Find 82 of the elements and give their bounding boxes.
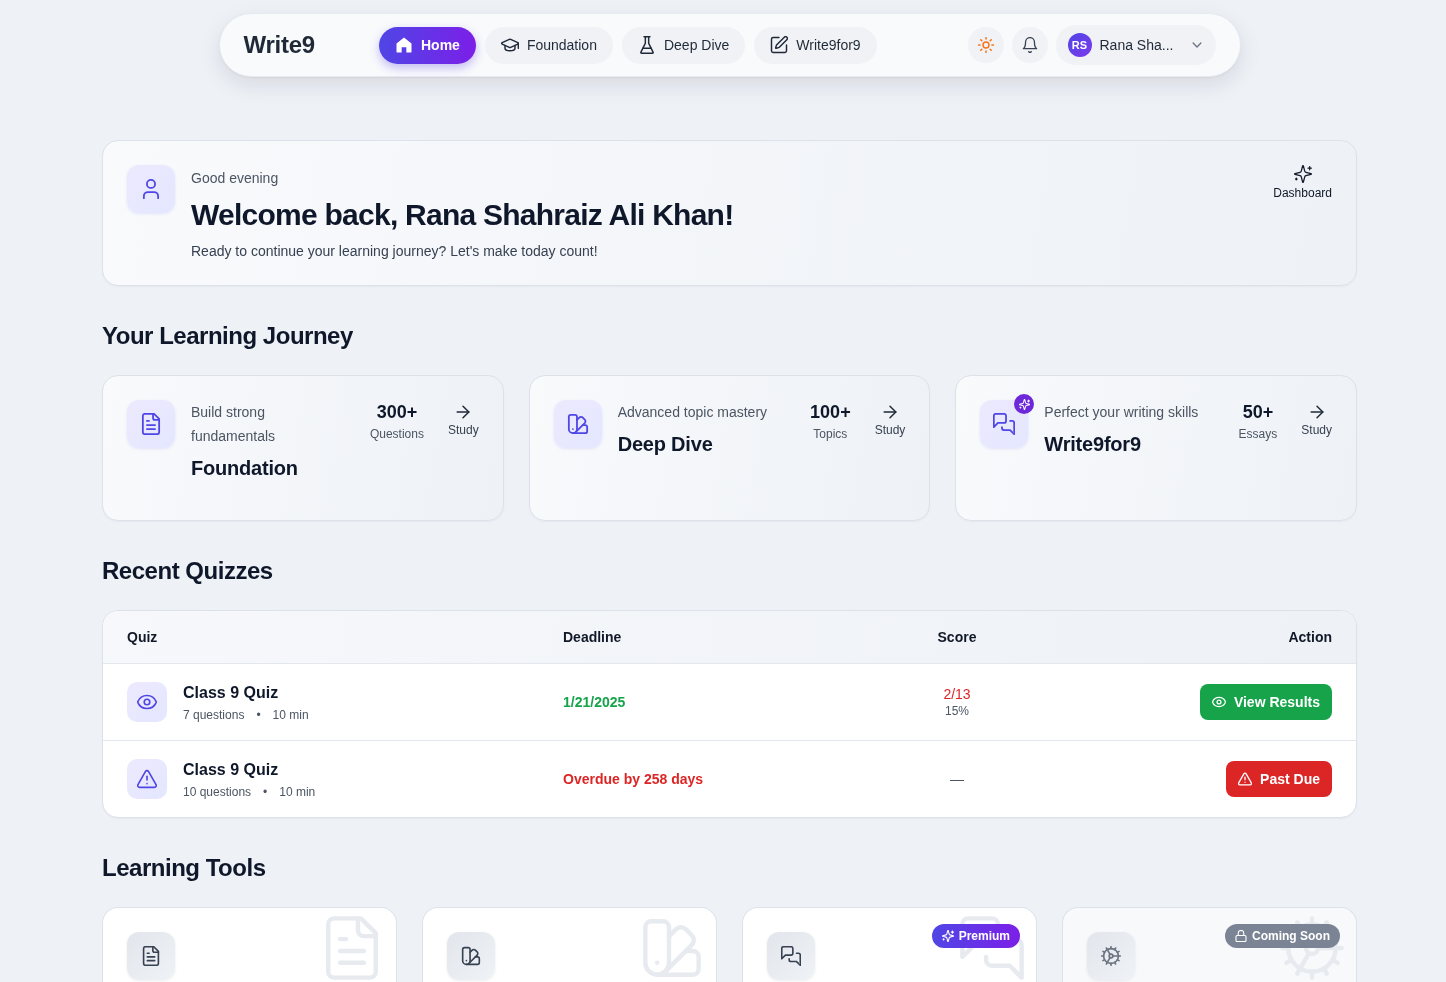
stat-value: 300+ xyxy=(376,401,418,424)
lock-icon xyxy=(1235,930,1247,942)
course-title: Deep Dive xyxy=(617,432,714,457)
quiz-title: Class 9 Quiz xyxy=(183,682,280,703)
question-count: 7 questions xyxy=(183,706,245,723)
score-value: — xyxy=(950,770,964,788)
stat-label: Questions xyxy=(369,426,424,442)
user-avatar: RS xyxy=(1067,33,1092,57)
eye-icon xyxy=(1211,695,1226,709)
section-heading: Recent Quizzes xyxy=(102,556,274,586)
swatch-book-icon xyxy=(553,400,602,448)
column-header: Deadline xyxy=(563,629,623,645)
nav-tab[interactable]: Deep Dive xyxy=(621,26,746,64)
background-swatch-book-icon xyxy=(640,916,704,980)
warning-icon xyxy=(1238,772,1253,786)
past-due-button[interactable]: Past Due xyxy=(1226,761,1332,797)
deadline-text: Overdue by 258 days xyxy=(563,771,704,787)
study-link[interactable]: Study xyxy=(874,400,906,442)
welcome-title: Welcome back, Rana Shahraiz Ali Khan! xyxy=(191,197,734,233)
stat-value: 100+ xyxy=(810,401,851,424)
column-header: Score xyxy=(936,629,978,645)
nav-tab[interactable]: Write9for9 xyxy=(754,26,877,64)
study-link[interactable]: Study xyxy=(447,400,479,442)
course-subtitle: Build strong fundamentals xyxy=(191,403,277,446)
bell-icon xyxy=(1021,37,1038,53)
tool-card[interactable]: Coming Soon xyxy=(1062,907,1357,982)
flask-icon xyxy=(637,36,656,54)
dashboard-link[interactable]: Dashboard xyxy=(1273,165,1332,200)
eye-icon xyxy=(127,682,167,722)
sparkles-badge-icon xyxy=(1014,394,1035,414)
tool-card[interactable] xyxy=(422,907,717,982)
user-icon xyxy=(127,165,175,213)
meta-separator: • xyxy=(256,706,261,723)
course-subtitle: Perfect your writing skills xyxy=(1044,403,1200,422)
coming-soon-label: Coming Soon xyxy=(1252,929,1330,943)
tool-card[interactable]: Premium xyxy=(742,907,1037,982)
sun-icon xyxy=(977,37,994,53)
notifications-button[interactable] xyxy=(1011,27,1048,63)
score-percent: 15% xyxy=(945,703,969,719)
graduation-cap-icon xyxy=(500,36,519,54)
course-card[interactable]: Advanced topic mastery Deep Dive 100+ Topics Study xyxy=(528,375,931,521)
welcome-subtitle: Ready to continue your learning journey? Let's make today count! xyxy=(191,242,599,261)
premium-label: Premium xyxy=(958,929,1010,943)
tool-card[interactable] xyxy=(102,907,397,982)
nav-tab[interactable]: Foundation xyxy=(484,26,613,64)
course-card[interactable]: Build strong fundamentals Foundation 300+ Questions Study xyxy=(102,375,504,521)
stat-value: 50+ xyxy=(1242,401,1274,424)
section-heading: Learning Tools xyxy=(102,853,267,883)
theme-toggle-button[interactable] xyxy=(967,27,1004,63)
course-title: Foundation xyxy=(191,456,299,481)
column-header: Quiz xyxy=(127,629,159,645)
warning-icon xyxy=(127,759,167,799)
column-header: Action xyxy=(1287,629,1332,645)
sparkles-icon xyxy=(941,930,954,942)
sparkles-icon xyxy=(1293,165,1312,183)
chat-bubbles-icon xyxy=(980,400,1029,448)
document-icon xyxy=(127,400,175,448)
quiz-title: Class 9 Quiz xyxy=(183,759,280,780)
study-link[interactable]: Study xyxy=(1301,400,1332,442)
document-icon xyxy=(127,932,175,980)
course-subtitle: Advanced topic mastery xyxy=(617,403,769,422)
deadline-text: 1/21/2025 xyxy=(563,694,626,710)
course-card[interactable]: Perfect your writing skills Write9for9 50+ Essays Study xyxy=(955,375,1357,521)
section-heading: Your Learning Journey xyxy=(102,321,354,351)
score-value: 2/13 xyxy=(943,685,971,703)
gear-icon xyxy=(1087,932,1135,980)
user-menu-button[interactable]: RS Rana Sha... xyxy=(1055,25,1216,65)
swatch-book-icon xyxy=(447,932,495,980)
chat-bubbles-icon xyxy=(767,932,815,980)
stat-label: Essays xyxy=(1238,426,1278,442)
logo[interactable]: Write9 xyxy=(243,30,315,60)
course-title: Write9for9 xyxy=(1044,432,1142,457)
quiz-duration: 10 min xyxy=(279,783,316,800)
quiz-duration: 10 min xyxy=(272,706,309,723)
greeting-text: Good evening xyxy=(191,169,280,188)
arrow-right-icon xyxy=(881,403,899,421)
home-icon xyxy=(395,36,413,54)
stat-label: Topics xyxy=(813,426,848,442)
meta-separator: • xyxy=(263,783,268,800)
question-count: 10 questions xyxy=(183,783,252,800)
pencil-square-icon xyxy=(770,36,789,54)
nav-tab[interactable]: Home xyxy=(379,26,476,64)
